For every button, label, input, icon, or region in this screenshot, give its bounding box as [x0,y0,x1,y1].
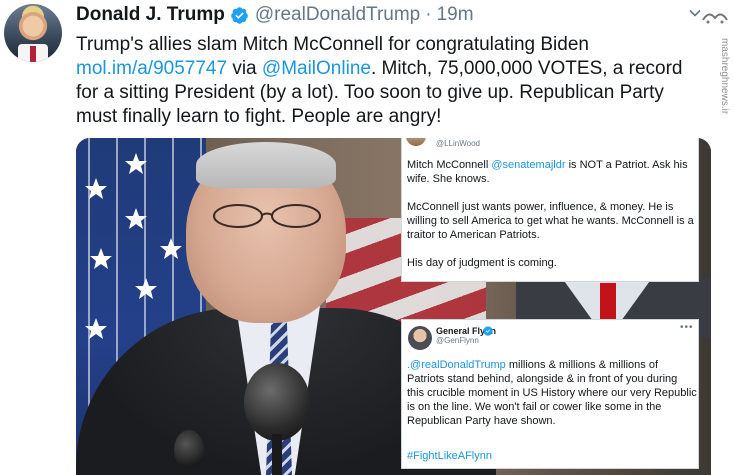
article-link[interactable]: mol.im/a/9057747 [76,58,227,79]
flynn-avatar [408,326,432,350]
flynn-mention: .@realDonaldTrump [407,359,506,371]
mention-link[interactable]: @MailOnline [262,58,371,79]
embedded-tweet-lin-wood: @LLinWood Mitch McConnell @senatemajldr … [401,138,699,282]
author-avatar[interactable] [4,4,62,62]
lin-wood-handle: @LLinWood [436,139,480,148]
tweet[interactable]: Donald J. Trump @realDonaldTrump · 19m m… [0,0,735,475]
author-name[interactable]: Donald J. Trump [76,4,225,26]
glasses-icon [213,204,321,228]
watermark-logo-icon [702,13,728,24]
flynn-hashtag: #FightLikeAFlynn [407,450,492,462]
tweet-text-via: via [227,58,262,79]
microphone-icon [244,363,310,441]
microphone-stand [272,434,282,475]
more-options-icon: ••• [680,322,694,333]
tweet-media-image[interactable]: @LLinWood Mitch McConnell @senatemajldr … [76,138,711,475]
separator-dot: · [425,4,432,25]
tweet-text-part1: Trump's allies slam Mitch McConnell for … [76,34,589,55]
lin-wood-mention: @senatemajldr [491,159,566,171]
verified-badge-icon [231,6,248,24]
flynn-handle: @GenFlynn [436,336,479,345]
lin-wood-avatar [406,138,426,146]
lin-wood-para3: His day of judgment is coming. [407,257,557,269]
tweet-text: Trump's allies slam Mitch McConnell for … [76,33,706,129]
embedded-tweet-general-flynn: General Flynn @GenFlynn ••• .@realDonald… [401,319,699,469]
tweet-header: Donald J. Trump @realDonaldTrump · 19m [76,4,474,26]
photo-hair [196,142,336,188]
microphone-small-icon [174,430,204,470]
watermark-label: mashreghnews.ir [719,37,730,115]
tweet-time[interactable]: 19m [437,4,474,26]
lin-wood-line1-pre: Mitch McConnell [407,159,492,171]
flynn-tweet-text: .@realDonaldTrump millions & millions & … [407,358,697,428]
lin-wood-tweet-text: Mitch McConnell @senatemajldr is NOT a P… [407,158,697,284]
flynn-verified-icon [483,326,493,336]
author-handle[interactable]: @realDonaldTrump [255,4,420,26]
lin-wood-para2: McConnell just wants power, influence, &… [407,201,694,241]
